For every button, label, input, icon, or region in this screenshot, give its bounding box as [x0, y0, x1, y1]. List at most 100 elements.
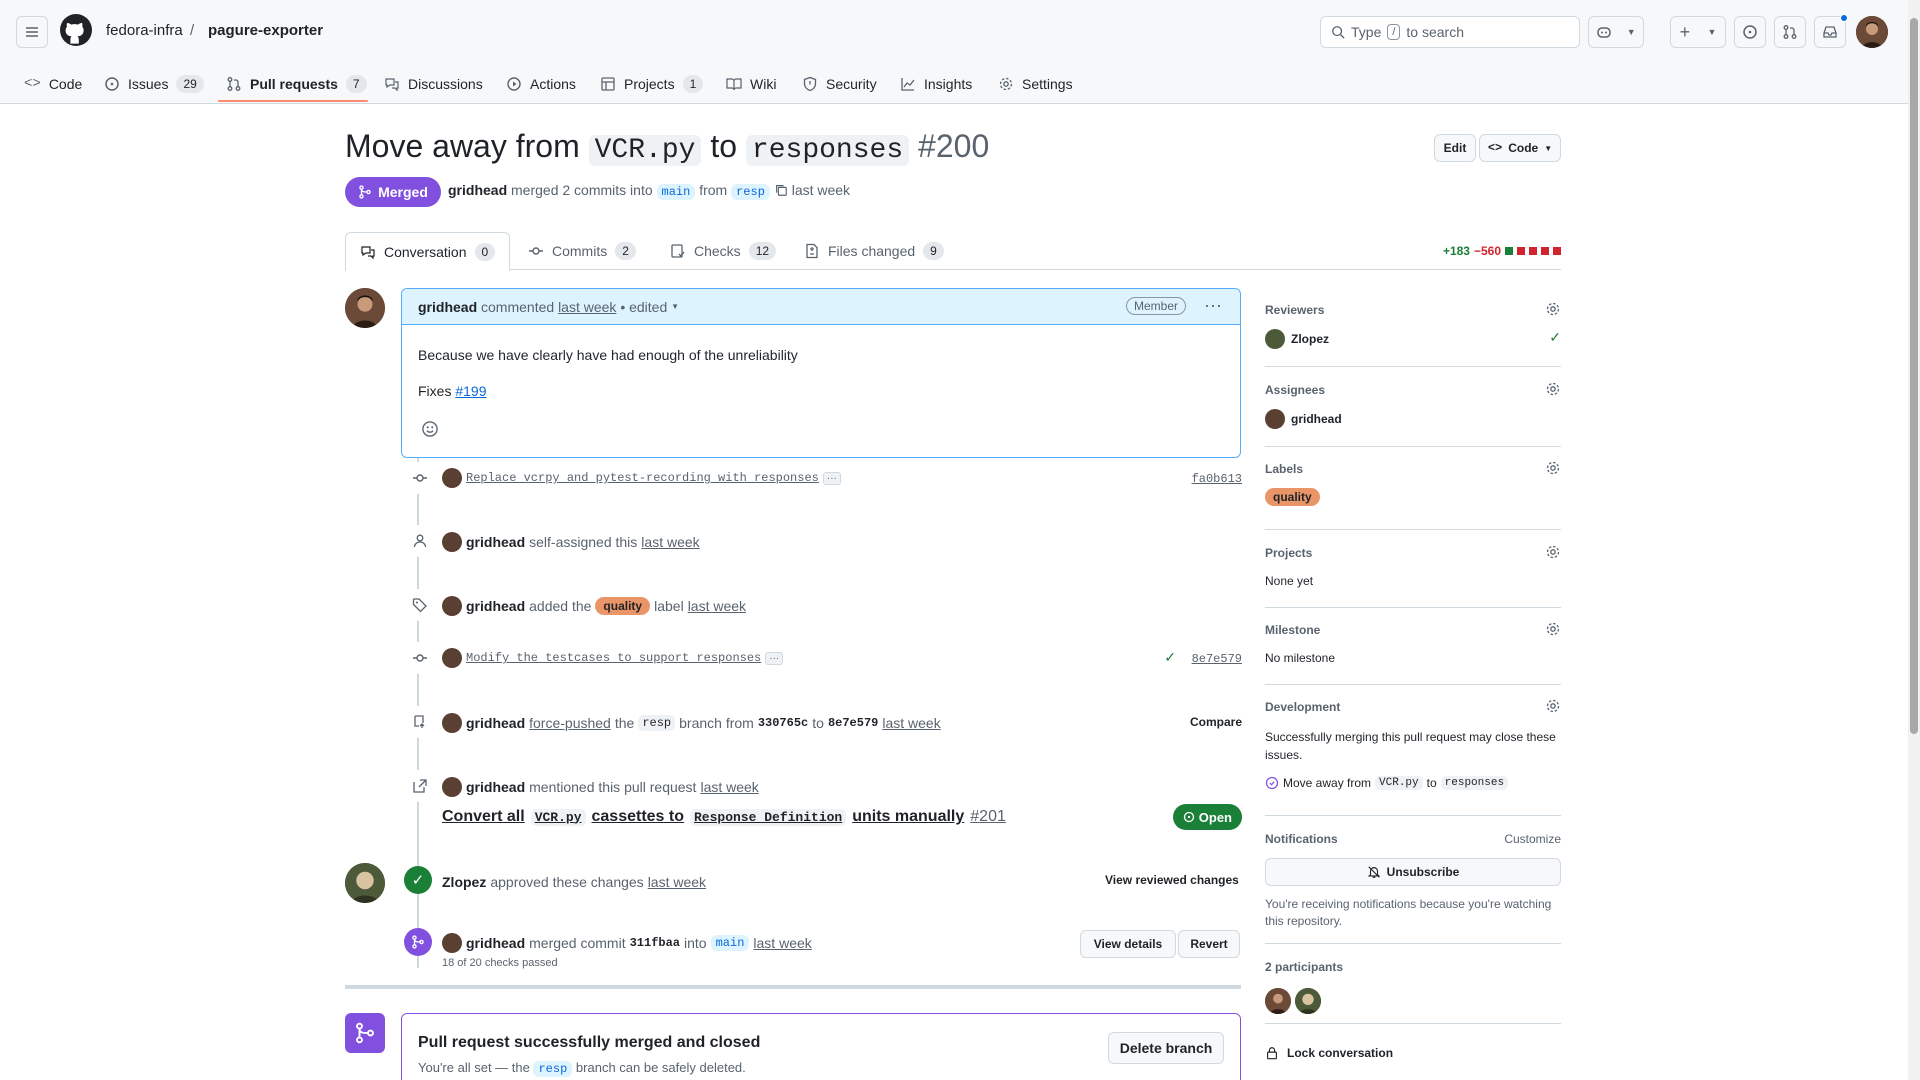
gear-icon[interactable] [1545, 698, 1561, 714]
assignees-title[interactable]: Assignees [1265, 383, 1325, 397]
view-details-button[interactable]: View details [1080, 930, 1176, 958]
linked-issue[interactable]: Move away from VCR.py to responses [1265, 776, 1509, 790]
merge-sha[interactable]: 311fbaa [630, 936, 680, 950]
unsubscribe-button[interactable]: Unsubscribe [1265, 858, 1561, 886]
tab-issues[interactable]: Issues 29 [104, 72, 204, 96]
menu-icon[interactable] [16, 16, 48, 48]
assignee-name[interactable]: gridhead [1291, 412, 1342, 426]
avatar[interactable] [442, 596, 462, 616]
event-timestamp[interactable]: last week [648, 874, 706, 890]
base-branch[interactable]: main [656, 184, 696, 200]
chevron-down-icon[interactable]: ▼ [671, 302, 679, 311]
tab-settings[interactable]: Settings [998, 72, 1073, 96]
tab-checks[interactable]: Checks 12 [670, 232, 777, 270]
event-user-link[interactable]: Zlopez [442, 874, 486, 890]
tab-code[interactable]: <> Code [24, 72, 82, 96]
reviewers-title[interactable]: Reviewers [1265, 303, 1324, 317]
tab-actions[interactable]: Actions [506, 72, 576, 96]
comment-author-link[interactable]: gridhead [418, 299, 477, 315]
commit-message-link[interactable]: Replace vcrpy and pytest-recording with … [466, 471, 819, 485]
head-branch[interactable]: resp [731, 184, 770, 200]
tab-projects[interactable]: Projects 1 [600, 72, 704, 96]
expand-commit-button[interactable]: ··· [765, 651, 784, 665]
breadcrumb-repo[interactable]: pagure-exporter [208, 22, 323, 39]
view-reviewed-changes-button[interactable]: View reviewed changes [1105, 873, 1239, 887]
gear-icon[interactable] [1545, 301, 1561, 317]
reviewer-name[interactable]: Zlopez [1291, 332, 1329, 346]
scrollbar[interactable] [1908, 0, 1920, 1080]
new-sha[interactable]: 8e7e579 [828, 716, 878, 730]
pull-requests-button[interactable] [1774, 16, 1806, 48]
tab-files-changed[interactable]: Files changed 9 [804, 232, 944, 270]
tab-insights[interactable]: Insights [900, 72, 972, 96]
revert-button[interactable]: Revert [1178, 930, 1240, 958]
expand-commit-button[interactable]: ··· [822, 471, 841, 485]
delete-branch-button[interactable]: Delete branch [1108, 1032, 1224, 1064]
avatar[interactable] [442, 468, 462, 488]
github-logo-icon[interactable] [60, 14, 92, 46]
label-quality[interactable]: quality [595, 597, 651, 615]
tab-commits[interactable]: Commits 2 [528, 232, 636, 270]
commit-message-link[interactable]: Modify the testcases to support response… [466, 651, 761, 665]
event-user-link[interactable]: gridhead [466, 935, 525, 951]
event-user-link[interactable]: gridhead [466, 598, 525, 614]
tab-wiki[interactable]: Wiki [726, 72, 776, 96]
scrollbar-thumb[interactable] [1910, 18, 1918, 734]
tab-pull-requests[interactable]: Pull requests 7 [226, 72, 367, 96]
event-user-link[interactable]: gridhead [466, 715, 525, 731]
kebab-horizontal-icon[interactable]: ··· [1204, 295, 1222, 316]
event-timestamp[interactable]: last week [753, 935, 811, 951]
checks-summary[interactable]: 18 of 20 checks passed [442, 957, 558, 969]
gear-icon[interactable] [1545, 544, 1561, 560]
gear-icon[interactable] [1545, 381, 1561, 397]
edit-button[interactable]: Edit [1434, 134, 1476, 162]
search-input[interactable]: Type / to search [1320, 16, 1580, 48]
development-title[interactable]: Development [1265, 700, 1340, 714]
inbox-button[interactable] [1814, 14, 1848, 48]
event-user-link[interactable]: gridhead [466, 779, 525, 795]
customize-link[interactable]: Customize [1504, 832, 1561, 846]
avatar[interactable] [1265, 988, 1291, 1014]
labels-title[interactable]: Labels [1265, 462, 1303, 476]
add-reaction-button[interactable] [418, 417, 442, 441]
event-user-link[interactable]: gridhead [466, 534, 525, 550]
issue-link-199[interactable]: #199 [455, 383, 486, 399]
avatar[interactable] [442, 933, 462, 953]
avatar[interactable] [1295, 988, 1321, 1014]
label-quality[interactable]: quality [1265, 488, 1320, 506]
comment-edited[interactable]: • edited [620, 299, 667, 315]
avatar[interactable] [442, 648, 462, 668]
reviewer-avatar[interactable] [345, 863, 385, 903]
tab-security[interactable]: Security [802, 72, 877, 96]
commit-sha-link[interactable]: fa0b613 [1192, 472, 1242, 486]
commit-sha-link[interactable]: 8e7e579 [1192, 652, 1242, 666]
tab-discussions[interactable]: Discussions [384, 72, 483, 96]
copy-icon[interactable] [774, 182, 792, 198]
branch-name[interactable]: main [710, 935, 750, 951]
avatar[interactable] [1265, 329, 1285, 349]
check-icon[interactable]: ✓ [1164, 649, 1176, 666]
gear-icon[interactable] [1545, 621, 1561, 637]
tab-conversation[interactable]: Conversation 0 [345, 232, 511, 271]
compare-button[interactable]: Compare [1190, 715, 1242, 729]
milestone-title[interactable]: Milestone [1265, 623, 1320, 637]
comment-timestamp[interactable]: last week [558, 299, 616, 315]
copilot-button[interactable]: ▼ [1588, 16, 1644, 48]
issues-button[interactable] [1734, 16, 1766, 48]
avatar[interactable] [442, 777, 462, 797]
lock-conversation-link[interactable]: Lock conversation [1265, 1046, 1393, 1060]
event-timestamp[interactable]: last week [700, 779, 758, 795]
gear-icon[interactable] [1545, 460, 1561, 476]
breadcrumb-owner[interactable]: fedora-infra [106, 22, 183, 39]
avatar[interactable] [442, 713, 462, 733]
force-pushed-link[interactable]: force-pushed [529, 715, 611, 731]
event-timestamp[interactable]: last week [688, 598, 746, 614]
avatar[interactable] [1265, 409, 1285, 429]
user-avatar[interactable] [1856, 16, 1888, 48]
projects-title[interactable]: Projects [1265, 546, 1312, 560]
avatar[interactable] [442, 532, 462, 552]
pr-author-link[interactable]: gridhead [448, 182, 507, 198]
create-new-button[interactable]: + ▼ [1670, 16, 1726, 48]
event-timestamp[interactable]: last week [882, 715, 940, 731]
referenced-pr-title[interactable]: Convert all VCR.py cassettes to Response… [442, 808, 1006, 826]
